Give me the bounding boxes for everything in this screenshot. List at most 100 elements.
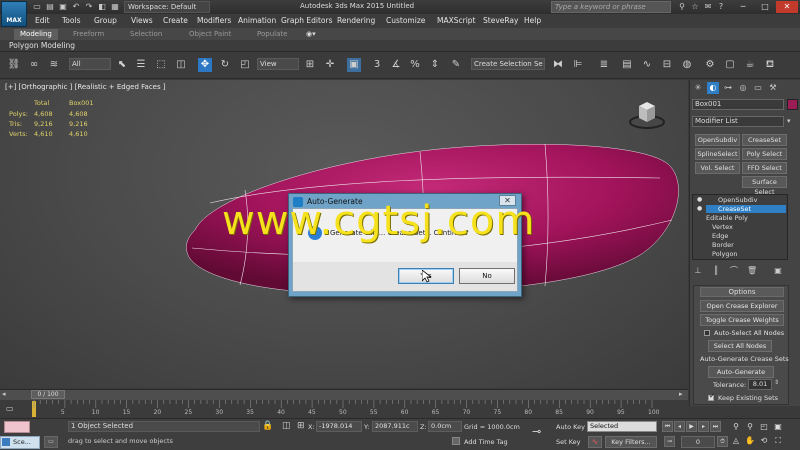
open-file-icon[interactable]: ▤ [45, 2, 55, 12]
play-icon[interactable]: ▶ [686, 421, 697, 432]
zoom-extents-all-icon[interactable]: ▣ [772, 421, 784, 433]
rectangle-region-icon[interactable]: ⬚ [154, 58, 168, 72]
save-file-icon[interactable]: ▣ [58, 2, 68, 12]
remove-modifier-icon[interactable]: 🗑 [747, 266, 757, 276]
workspace-dropdown[interactable]: Workspace: Default [124, 1, 210, 13]
close-icon[interactable]: ✕ [776, 1, 798, 13]
tab-modeling[interactable]: Modeling [14, 29, 58, 40]
tab-populate[interactable]: Populate [251, 29, 293, 40]
zoom-icon[interactable]: ⚲ [730, 421, 742, 433]
tolerance-spinner[interactable]: 8.01 [748, 379, 772, 390]
keyboard-shortcut-icon[interactable]: ▣ [347, 58, 361, 72]
zoom-all-icon[interactable]: ⚲ [744, 421, 756, 433]
tab-object-paint[interactable]: Object Paint [183, 29, 237, 40]
utilities-tab-icon[interactable]: ⚒ [767, 82, 779, 94]
angle-snap-icon[interactable]: ∡ [389, 58, 403, 72]
subscription-icon[interactable]: ☆ [690, 2, 700, 12]
auto-select-checkbox[interactable] [704, 330, 710, 336]
light-bulb-icon[interactable]: ● [697, 205, 702, 212]
lock-selection-icon[interactable]: 🔒 [262, 421, 273, 431]
rendered-frame-icon[interactable]: ▢ [723, 58, 737, 72]
material-editor-icon[interactable]: ◍ [680, 58, 694, 72]
snaps-toggle-icon[interactable]: 3 [370, 58, 384, 72]
stack-item-creaseset[interactable]: CreaseSet [706, 205, 786, 213]
render-production-icon[interactable]: ☕ [743, 58, 757, 72]
x-coordinate-field[interactable]: -1978.014 [316, 421, 362, 432]
pan-icon[interactable]: ✋ [744, 435, 756, 447]
splineselect-button[interactable]: SplineSelect [695, 148, 740, 160]
time-configuration-icon[interactable]: ⏱ [717, 436, 728, 447]
render-setup-icon[interactable]: ⚙ [703, 58, 717, 72]
zoom-extents-icon[interactable]: ◰ [758, 421, 770, 433]
spinner-arrows-icon[interactable]: ⇕ [774, 379, 779, 386]
ribbon-options-icon[interactable]: ◉▾ [300, 29, 322, 40]
object-name-field[interactable]: Box001 [692, 99, 784, 110]
hierarchy-tab-icon[interactable]: ⊶ [722, 82, 734, 94]
menu-help[interactable]: Help [524, 16, 541, 25]
show-end-result-icon[interactable]: ║ [711, 266, 721, 276]
surfaceselect-button[interactable]: Surface Select [742, 176, 787, 196]
display-tab-icon[interactable]: ▭ [752, 82, 764, 94]
viewport-label[interactable]: [+] [Orthographic ] [Realistic + Edged F… [5, 83, 166, 91]
menu-rendering[interactable]: Rendering [337, 16, 375, 25]
menu-customize[interactable]: Customize [386, 16, 425, 25]
creaseset-button[interactable]: CreaseSet [742, 134, 787, 146]
tab-freeform[interactable]: Freeform [67, 29, 110, 40]
window-crossing-icon[interactable]: ◫ [174, 58, 188, 72]
project-folder-icon[interactable]: ▦ [110, 2, 120, 12]
tab-selection[interactable]: Selection [124, 29, 168, 40]
set-key-mode-icon[interactable]: ⊸ [532, 425, 541, 438]
curve-editor-icon[interactable]: ∿ [640, 58, 654, 72]
move-icon[interactable]: ✥ [198, 58, 212, 72]
undo-icon[interactable]: ↶ [71, 2, 81, 12]
align-icon[interactable]: ⊫ [571, 58, 585, 72]
edit-named-sets-icon[interactable]: ✎ [449, 58, 463, 72]
slider-next-icon[interactable]: ▸ [679, 390, 683, 398]
percent-snap-icon[interactable]: % [408, 58, 422, 72]
minimize-icon[interactable]: ─ [732, 1, 754, 13]
time-slider-thumb[interactable]: 0 / 100 [31, 390, 65, 399]
schematic-view-icon[interactable]: ⊟ [660, 58, 674, 72]
menu-maxscript[interactable]: MAXScript [437, 16, 476, 25]
time-tag-icon[interactable] [452, 437, 460, 445]
ffdselect-button[interactable]: FFD Select [742, 162, 787, 174]
redo-icon[interactable]: ↷ [84, 2, 94, 12]
configure-sets-icon[interactable]: ▣ [773, 266, 783, 276]
current-frame-field[interactable]: 0 [681, 436, 715, 448]
select-by-name-icon[interactable]: ☰ [134, 58, 148, 72]
pin-stack-icon[interactable]: ⊥ [693, 266, 703, 276]
rotate-icon[interactable]: ↻ [218, 58, 232, 72]
menu-group[interactable]: Group [94, 16, 117, 25]
named-selection-dropdown[interactable]: Create Selection Se [471, 58, 545, 70]
new-scene-icon[interactable]: ▭ [32, 2, 42, 12]
menu-edit[interactable]: Edit [35, 16, 50, 25]
select-all-nodes-button[interactable]: Select All Nodes [708, 340, 772, 352]
volselect-button[interactable]: Vol. Select [695, 162, 740, 174]
options-rollout-header[interactable]: Options [700, 287, 784, 297]
make-unique-icon[interactable]: ⌒ [729, 266, 739, 276]
render-iterative-icon[interactable]: ⛾ [763, 58, 777, 72]
select-manipulate-icon[interactable]: ✛ [323, 58, 337, 72]
menu-modifiers[interactable]: Modifiers [197, 16, 231, 25]
field-of-view-icon[interactable]: ◬ [730, 435, 742, 447]
go-to-start-icon[interactable]: ⏮ [662, 421, 673, 432]
menu-graph-editors[interactable]: Graph Editors [281, 16, 333, 25]
stack-item-editable-poly[interactable]: Editable Poly [700, 214, 786, 222]
maximize-viewport-icon[interactable]: ⛶ [772, 435, 784, 447]
modify-tab-icon[interactable]: ◐ [707, 82, 719, 94]
z-coordinate-field[interactable]: 0.0cm [428, 421, 462, 432]
scale-icon[interactable]: ◰ [238, 58, 252, 72]
key-selection-dropdown[interactable]: Selected [587, 421, 657, 432]
stack-item-edge[interactable]: Edge [712, 232, 728, 240]
listener-toggle-icon[interactable]: ▭ [44, 436, 58, 448]
time-slider-track[interactable] [0, 389, 688, 400]
isolate-icon[interactable]: ◫ [282, 421, 291, 431]
link-icon[interactable]: ⛓ [7, 58, 21, 72]
light-bulb-icon[interactable]: ● [697, 196, 702, 203]
auto-key-button[interactable]: Auto Key [556, 423, 585, 431]
motion-tab-icon[interactable]: ◎ [737, 82, 749, 94]
menu-tools[interactable]: Tools [62, 16, 80, 25]
search-input[interactable]: Type a keyword or phrase [551, 1, 671, 13]
previous-frame-icon[interactable]: ◂ [674, 421, 685, 432]
modifier-list-dropdown[interactable]: Modifier List [692, 116, 784, 127]
